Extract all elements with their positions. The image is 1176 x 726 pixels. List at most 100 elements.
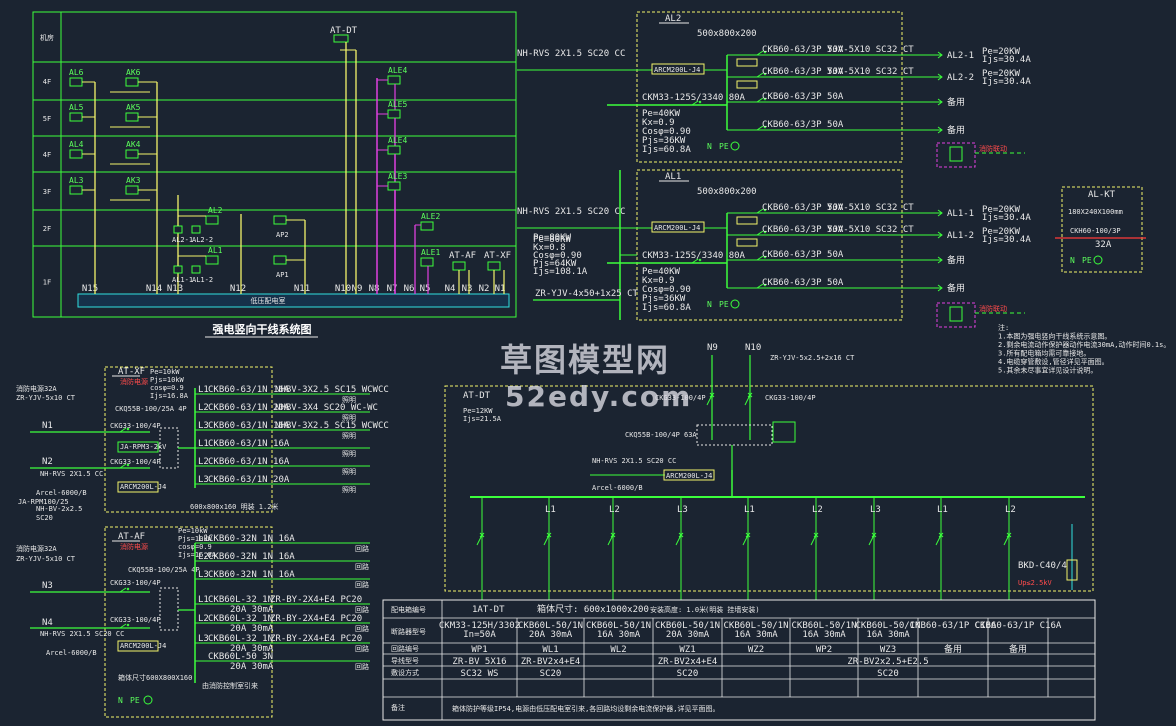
low-voltage-busbar bbox=[77, 293, 510, 308]
atdt-ijs: Ijs=21.5A bbox=[463, 415, 502, 423]
distribution-box-symbol bbox=[487, 261, 501, 271]
emergency-box-label: ALE4 bbox=[388, 136, 407, 145]
ataf-branch-breaker: CKB60-32N 1N 16A bbox=[208, 534, 295, 544]
al1-branch-ijs: Ijs=30.4A bbox=[982, 213, 1031, 223]
al2-control-cable: NH-RVS 2X1.5 SC20 CC bbox=[517, 49, 625, 59]
sub-box-label: AL2-1 bbox=[172, 236, 193, 244]
atxf-incoming-cable: ZR-YJV-5x10 CT bbox=[16, 394, 76, 402]
design-note: 4.电缆穿管敷设,管径详见平面图。 bbox=[998, 357, 1109, 366]
al1-size: 500x800x200 bbox=[697, 187, 757, 197]
atdt-incoming-1: N9 bbox=[707, 343, 718, 353]
sub-box-symbol bbox=[191, 265, 201, 274]
ataf-rcd: 20A 30mA bbox=[230, 662, 274, 672]
ground-icon bbox=[730, 141, 740, 151]
ataf-incoming-cable: ZR-YJV-5x10 CT bbox=[16, 555, 76, 563]
emergency-box-label: ALE4 bbox=[388, 66, 407, 75]
atdt-frame bbox=[444, 385, 1094, 592]
bus-circuit-number: N14 bbox=[146, 284, 162, 294]
distribution-box-symbol bbox=[125, 77, 139, 87]
distribution-box-symbol bbox=[69, 149, 83, 159]
distribution-box-symbol bbox=[125, 112, 139, 122]
atxf-branch-cable: NHBV-3X2.5 SC15 WCWCC bbox=[275, 421, 389, 431]
floor-label: 2F bbox=[43, 225, 51, 233]
atdt-meter-model: Arcel-6000/B bbox=[592, 484, 643, 492]
atdt-spd: BKD-C40/4 bbox=[1018, 561, 1067, 571]
atxf-branch-breaker: CKB60-63/1N 20A bbox=[208, 475, 290, 485]
floor-label: 4F bbox=[43, 78, 51, 86]
al1-branch-cable: YJV-5X10 SC32 CT bbox=[827, 203, 914, 213]
distribution-box-symbol bbox=[205, 255, 219, 265]
riser-diagram-title: 强电竖向干线系统图 bbox=[213, 322, 312, 336]
ataf-branch-cable: ZR-BY-2X4+E4 PC20 bbox=[270, 595, 362, 605]
table-row-header: 回路编号 bbox=[391, 644, 419, 653]
bus-circuit-number: N10 bbox=[335, 284, 351, 294]
table-loop-cell: WZ2 bbox=[748, 645, 764, 655]
table-laying-cell: SC20 bbox=[677, 669, 699, 679]
rcd-box bbox=[736, 80, 758, 89]
design-note: 1.本图为强电竖向干线系统示意图。 bbox=[998, 332, 1111, 341]
bus-circuit-number: N15 bbox=[82, 284, 98, 294]
ataf-n4: N4 bbox=[42, 618, 53, 628]
table-loop-cell: 备用 bbox=[944, 643, 962, 655]
bus-circuit-number: N13 bbox=[167, 284, 183, 294]
al1-branch-breaker: CKB60-63/3P 50A bbox=[762, 250, 844, 260]
atxf-control-3: NH-BV-2x2.5 bbox=[36, 505, 82, 513]
atdt-control-cable: NH-RVS 2X1.5 SC20 CC bbox=[592, 457, 676, 465]
al2-param: Ijs=60.8A bbox=[642, 145, 691, 155]
emergency-box-label: ALE5 bbox=[388, 100, 407, 109]
atdt-phase-label: L2 bbox=[1005, 505, 1016, 515]
distribution-box-symbol bbox=[69, 77, 83, 87]
watermark-cn: 草图模型网 bbox=[500, 341, 671, 379]
ground-icon bbox=[143, 695, 153, 705]
table-wire-cell: ZR-BV2x4+E4 bbox=[658, 657, 718, 667]
atdt-phase-label: L3 bbox=[677, 505, 688, 515]
atxf-param: Ijs=16.8A bbox=[150, 392, 189, 400]
table-wire-cell: ZR-BV2x2.5+E2.5 bbox=[847, 657, 928, 667]
emergency-box-symbol bbox=[420, 221, 434, 231]
table-box-size: 箱体尺寸: 600x1000x200 bbox=[537, 603, 649, 615]
atxf-param: cosφ=0.9 bbox=[150, 384, 184, 392]
ataf-ats-box bbox=[159, 587, 179, 631]
atxf-meter: ARCM200L-J4 bbox=[120, 483, 166, 491]
ataf-branch-use: 回路 bbox=[355, 562, 369, 571]
ataf-branch-use: 回路 bbox=[355, 580, 369, 589]
breaker-symbol bbox=[742, 534, 749, 546]
atxf-branch-cable: NHBV-3X4 SC20 WC-WC bbox=[275, 403, 378, 413]
atxf-branch-use: 照明 bbox=[342, 486, 356, 494]
alkt-breaker: CKH60-100/3P bbox=[1070, 227, 1121, 235]
alkt-amp: 32A bbox=[1095, 240, 1112, 250]
al2-branch-id: AL2-1 bbox=[947, 51, 974, 61]
ataf-branch-use: 回路 bbox=[355, 605, 369, 614]
distribution-box-label: AP1 bbox=[276, 271, 289, 279]
ataf-meter: ARCM200L-J4 bbox=[120, 642, 166, 650]
distribution-box-label: AK3 bbox=[126, 176, 141, 185]
ataf-branch-use: 回路 bbox=[355, 644, 369, 653]
al2-branch-ijs: Ijs=30.4A bbox=[982, 55, 1031, 65]
atxf-param: Pjs=10kW bbox=[150, 376, 185, 384]
table-breaker-cell: 16A 30mA bbox=[734, 630, 778, 640]
table-row-header: 断路器型号 bbox=[391, 627, 426, 636]
al2-branch-id: 备用 bbox=[947, 96, 965, 108]
rcd-box bbox=[736, 58, 758, 67]
distribution-box-label: AL4 bbox=[69, 140, 84, 149]
cad-drawing-canvas: 机房 4F 5F 4F 3F 2F 1F 低压配电室 N15 N14 N13 N12 N11 N10 N9 N… bbox=[0, 0, 1176, 726]
al2-branch-cable: YJV-5X10 SC32 CT bbox=[827, 67, 914, 77]
atdt-phase-label: L3 bbox=[870, 505, 881, 515]
pe-bar-label: PE bbox=[1082, 256, 1092, 265]
distribution-box-symbol bbox=[69, 185, 83, 195]
floor-label: 机房 bbox=[40, 33, 54, 42]
atxf-feed-1: 消防电源32A bbox=[16, 384, 57, 393]
distribution-box-label: AL2 bbox=[208, 206, 223, 215]
table-loop-cell: WL2 bbox=[610, 645, 626, 655]
table-laying-cell: SC20 bbox=[540, 669, 562, 679]
atxf-breaker-2: CKG33-100/4P bbox=[110, 458, 161, 466]
bus-circuit-number: N2 bbox=[479, 284, 490, 294]
neutral-bar-label: N bbox=[1070, 256, 1075, 265]
neutral-bar-label: N bbox=[707, 300, 712, 309]
al2-meter: ARCM200L-J4 bbox=[654, 66, 700, 74]
floor-label: 3F bbox=[43, 188, 51, 196]
bus-circuit-number: N4 bbox=[445, 284, 456, 294]
emergency-box-label: ALE2 bbox=[421, 212, 440, 221]
breaker-symbol bbox=[868, 534, 875, 546]
watermark-url: 52edy.com bbox=[505, 380, 693, 413]
